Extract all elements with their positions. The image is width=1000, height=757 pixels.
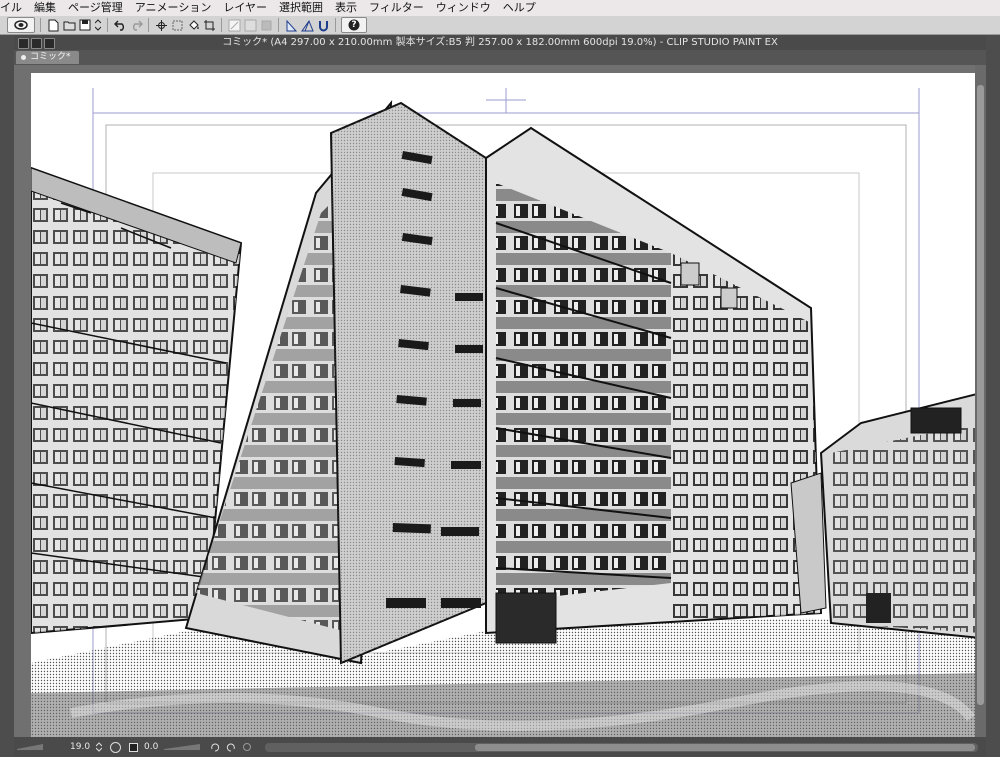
menu-animation[interactable]: アニメーション bbox=[129, 0, 218, 16]
menu-layer[interactable]: レイヤー bbox=[217, 0, 273, 16]
rotation-value[interactable]: 0.0 bbox=[144, 742, 158, 752]
clear-outside-icon[interactable] bbox=[243, 18, 257, 32]
zoom-value[interactable]: 19.0 bbox=[70, 742, 90, 752]
fit-screen-icon[interactable] bbox=[129, 742, 139, 752]
open-file-icon[interactable] bbox=[62, 18, 76, 32]
fill-icon[interactable] bbox=[186, 18, 200, 32]
menu-bar: イル 編集 ページ管理 アニメーション レイヤー 選択範囲 表示 フィルター ウ… bbox=[0, 0, 1000, 16]
window-title: コミック* (A4 297.00 x 210.00mm 製本サイズ:B5 判 2… bbox=[222, 37, 778, 48]
vertical-scrollbar-thumb[interactable] bbox=[977, 85, 984, 705]
comic-page[interactable] bbox=[31, 73, 981, 739]
navigator-slider[interactable] bbox=[17, 744, 47, 750]
minimize-window-icon[interactable] bbox=[31, 38, 42, 49]
help-icon[interactable]: ? bbox=[341, 17, 367, 33]
close-window-icon[interactable] bbox=[18, 38, 29, 49]
crop-icon[interactable] bbox=[202, 18, 216, 32]
rotate-right-icon[interactable] bbox=[226, 742, 236, 752]
clip-studio-icon[interactable] bbox=[7, 17, 35, 33]
snap-icon[interactable] bbox=[316, 18, 330, 32]
horizontal-scrollbar-thumb[interactable] bbox=[475, 743, 976, 751]
canvas-area[interactable] bbox=[14, 65, 986, 739]
zoom-stepper[interactable] bbox=[96, 742, 103, 752]
undo-icon[interactable] bbox=[113, 18, 127, 32]
selection-icon[interactable] bbox=[170, 18, 184, 32]
right-panel bbox=[986, 35, 1000, 757]
menu-view[interactable]: 表示 bbox=[329, 0, 363, 16]
menu-help[interactable]: ヘルプ bbox=[497, 0, 542, 16]
maximize-window-icon[interactable] bbox=[44, 38, 55, 49]
manga-illustration bbox=[31, 73, 981, 739]
help-label: ? bbox=[351, 20, 357, 30]
menu-window[interactable]: ウィンドウ bbox=[430, 0, 497, 16]
document-title-bar: コミック* (A4 297.00 x 210.00mm 製本サイズ:B5 判 2… bbox=[14, 35, 986, 50]
left-panel bbox=[0, 35, 14, 757]
save-icon[interactable] bbox=[78, 18, 92, 32]
fill-selection-icon[interactable] bbox=[259, 18, 273, 32]
menu-file[interactable]: イル bbox=[0, 0, 28, 16]
ruler-icon[interactable] bbox=[284, 18, 298, 32]
redo-icon[interactable] bbox=[129, 18, 143, 32]
menu-selection[interactable]: 選択範囲 bbox=[273, 0, 329, 16]
document-tab[interactable]: コミック* bbox=[16, 51, 79, 64]
horizontal-scrollbar[interactable] bbox=[265, 742, 978, 752]
new-file-icon[interactable] bbox=[46, 18, 60, 32]
vertical-scrollbar[interactable] bbox=[975, 65, 986, 737]
command-bar: ? bbox=[0, 16, 1000, 35]
document-tab-label: コミック* bbox=[30, 52, 71, 62]
reset-rotation-icon[interactable] bbox=[242, 742, 252, 752]
perspective-ruler-icon[interactable] bbox=[300, 18, 314, 32]
tab-bar: コミック* bbox=[14, 50, 986, 65]
menu-filter[interactable]: フィルター bbox=[363, 0, 430, 16]
clear-layer-icon[interactable] bbox=[227, 18, 241, 32]
rotation-slider[interactable] bbox=[164, 744, 204, 750]
menu-page-management[interactable]: ページ管理 bbox=[62, 0, 129, 16]
transform-icon[interactable] bbox=[154, 18, 168, 32]
status-bar: 19.0 0.0 bbox=[14, 737, 986, 757]
menu-edit[interactable]: 編集 bbox=[28, 0, 62, 16]
rotate-left-icon[interactable] bbox=[210, 742, 220, 752]
save-dropdown-icon[interactable] bbox=[94, 18, 102, 32]
zoom-out-icon[interactable] bbox=[108, 741, 123, 753]
